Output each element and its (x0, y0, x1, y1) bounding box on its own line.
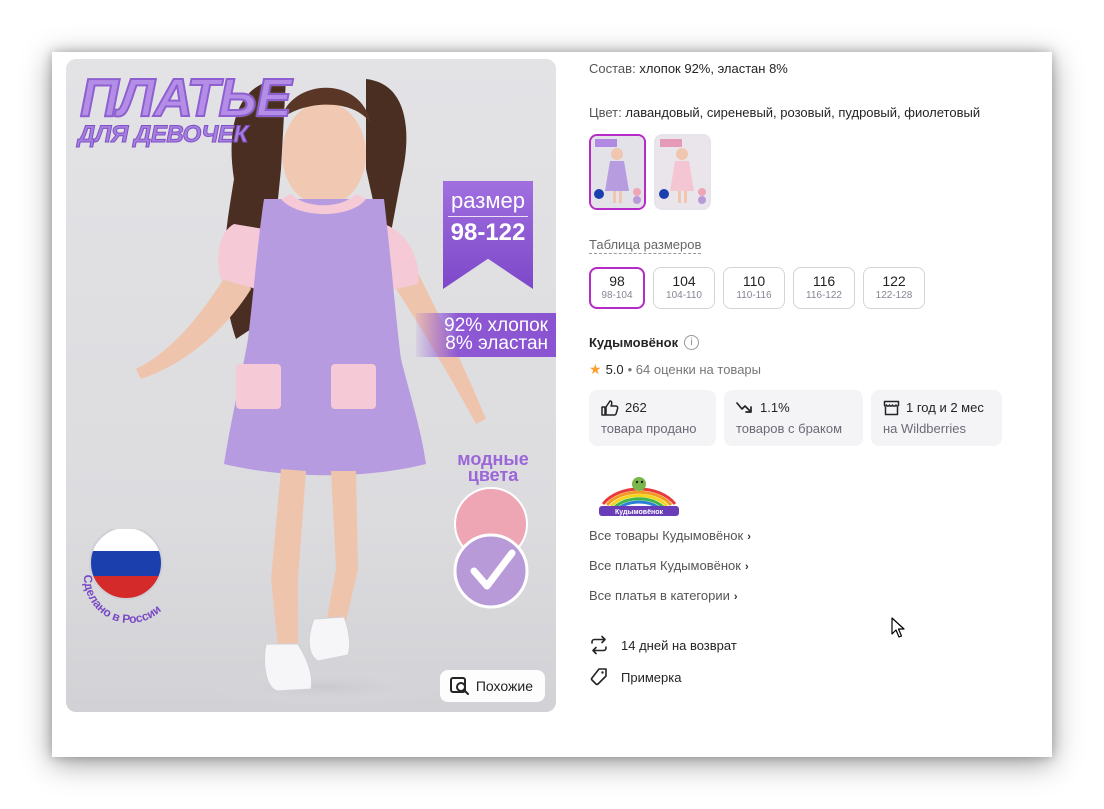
link-label: Все платья Кудымовёнок (589, 558, 741, 573)
size-selector: 98 98-104 104 104-110 110 110-116 116 11… (589, 267, 925, 309)
link-label: Все товары Кудымовёнок (589, 528, 744, 543)
stat-sold: 262 товара продано (589, 390, 716, 446)
chevron-right-icon: › (733, 591, 738, 603)
stat-label: товара продано (601, 421, 697, 436)
mouse-cursor-icon (891, 617, 905, 638)
size-option-116[interactable]: 116 116-122 (793, 267, 855, 309)
russia-flag-badge-icon: Сделано в России (81, 529, 164, 626)
link-all-category-dresses[interactable]: Все платья в категории › (589, 587, 751, 617)
color-variant-lavender[interactable] (589, 134, 646, 210)
fabric-ribbon: 92% хлопок 8% эластан (416, 313, 556, 357)
size-option-98[interactable]: 98 98-104 (589, 267, 645, 309)
similar-products-label: Похожие (475, 678, 533, 694)
seller-name[interactable]: Кудымовёнок i (589, 335, 700, 350)
stat-tenure: 1 год и 2 мес на Wildberries (871, 390, 1002, 446)
promo-title: ПЛАТЬЕ (79, 68, 293, 128)
size-value: 110 (742, 273, 766, 289)
info-icon[interactable]: i (684, 335, 700, 350)
size-value: 98 (609, 273, 625, 289)
link-all-seller-dresses[interactable]: Все платья Кудымовёнок › (589, 557, 751, 587)
size-value: 116 (812, 273, 836, 289)
trend-down-icon (736, 401, 752, 413)
stat-value: 1 год и 2 мес (906, 400, 984, 415)
promo-subtitle: ДЛЯ ДЕВОЧЕК (78, 121, 249, 149)
size-value: 104 (672, 273, 696, 289)
fashion-colors-line2: цвета (467, 465, 519, 485)
feature-fitting[interactable]: Примерка (589, 661, 737, 693)
composition-label: Состав: (589, 61, 636, 76)
fashion-colors-label: модные цвета (448, 450, 538, 485)
size-range: 98-104 (601, 290, 633, 301)
stat-label: товаров с браком (736, 421, 843, 436)
seller-links: Все товары Кудымовёнок › Все платья Кудым… (589, 527, 751, 617)
link-label: Все платья в категории (589, 588, 730, 603)
stat-value: 262 (625, 400, 647, 415)
color-variant-pink[interactable] (654, 134, 711, 210)
stat-label: на Wildberries (883, 421, 967, 436)
product-main-image[interactable]: ПЛАТЬЕ ДЛЯ ДЕВОЧЕК размер 98-122 92% хло… (66, 59, 556, 712)
tag-icon (590, 668, 607, 686)
feature-fitting-label: Примерка (621, 669, 682, 685)
feature-returns[interactable]: 14 дней на возврат (589, 629, 737, 661)
color-variants (589, 134, 711, 210)
product-card-window: ПЛАТЬЕ ДЛЯ ДЕВОЧЕК размер 98-122 92% хло… (52, 52, 1052, 757)
brand-logo[interactable]: Кудымовёнок (589, 470, 689, 518)
return-arrows-icon (591, 635, 607, 655)
store-icon (883, 400, 900, 415)
size-option-110[interactable]: 110 110-116 (723, 267, 785, 309)
rating-count: • 64 оценки на товары (627, 362, 761, 377)
seller-name-label[interactable]: Кудымовёнок (589, 335, 678, 350)
color-line: Цвет: лавандовый, сиреневый, розовый, пу… (589, 105, 980, 120)
size-ribbon-range: 98-122 (450, 219, 526, 246)
size-range: 122-128 (875, 290, 913, 301)
stat-defects: 1.1% товаров с браком (724, 390, 863, 446)
seller-rating: ★ 5.0 • 64 оценки на товары (589, 361, 761, 378)
purchase-features: 14 дней на возврат Примерка (589, 629, 737, 693)
chevron-right-icon: › (744, 561, 749, 573)
chevron-right-icon: › (747, 531, 751, 543)
size-option-104[interactable]: 104 104-110 (653, 267, 715, 309)
star-icon: ★ (589, 361, 602, 377)
composition-value: хлопок 92%, эластан 8% (639, 61, 788, 76)
image-search-icon (449, 677, 469, 695)
size-ribbon-word: размер (451, 188, 525, 213)
link-all-seller-products[interactable]: Все товары Кудымовёнок › (589, 527, 751, 557)
size-range: 104-110 (666, 290, 702, 301)
feature-returns-label: 14 дней на возврат (621, 637, 737, 653)
similar-products-button[interactable]: Похожие (439, 670, 545, 702)
size-range: 110-116 (736, 290, 772, 301)
thumbs-up-icon (601, 399, 619, 416)
composition-line: Состав: хлопок 92%, эластан 8% (589, 61, 788, 76)
color-value: лавандовый, сиреневый, розовый, пудровый… (625, 105, 981, 120)
color-label: Цвет: (589, 105, 622, 120)
fabric-line-elastane: 8% эластан (445, 333, 548, 354)
stat-value: 1.1% (760, 400, 790, 415)
size-range: 116-122 (806, 290, 842, 301)
size-table-link[interactable]: Таблица размеров (589, 237, 702, 254)
size-value: 122 (882, 273, 906, 289)
seller-stats: 262 товара продано 1.1% товаров с браком (589, 390, 1002, 446)
size-option-122[interactable]: 122 122-128 (863, 267, 925, 309)
rating-score: 5.0 (605, 362, 624, 377)
brand-logo-text: Кудымовёнок (615, 509, 663, 516)
